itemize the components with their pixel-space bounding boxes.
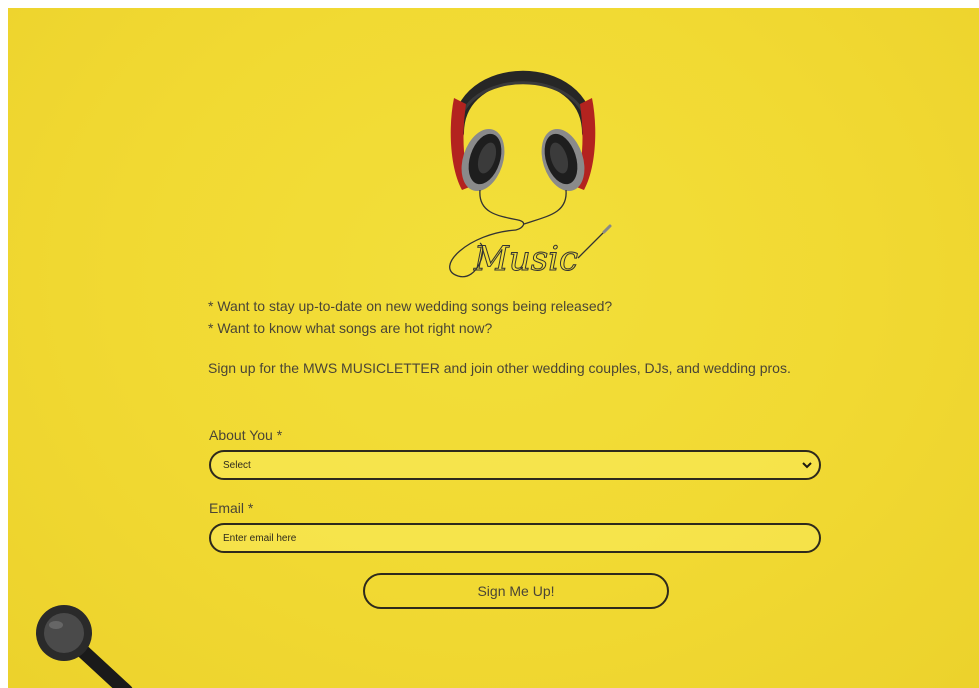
intro-line-1: * Want to stay up-to-date on new wedding… <box>208 298 613 314</box>
newsletter-page: Music * Want to stay up-to-date on new w… <box>8 8 979 688</box>
email-placeholder: Enter email here <box>223 532 297 544</box>
sign-me-up-button[interactable]: Sign Me Up! <box>363 573 669 609</box>
intro-line-2: * Want to know what songs are hot right … <box>208 320 493 336</box>
email-input[interactable]: Enter email here <box>209 523 821 553</box>
intro-text: * Want to stay up-to-date on new wedding… <box>208 295 828 379</box>
svg-text:Music: Music <box>473 239 578 279</box>
signup-description: Sign up for the MWS MUSICLETTER and join… <box>208 360 791 376</box>
about-you-select-value: Select <box>223 459 251 471</box>
about-you-label: About You * <box>209 427 283 443</box>
email-label: Email * <box>209 500 254 516</box>
headphones-music-logo: Music <box>449 70 612 280</box>
earbud-icon <box>36 605 133 688</box>
chevron-down-icon <box>802 462 812 469</box>
about-you-select[interactable]: Select <box>209 450 821 480</box>
